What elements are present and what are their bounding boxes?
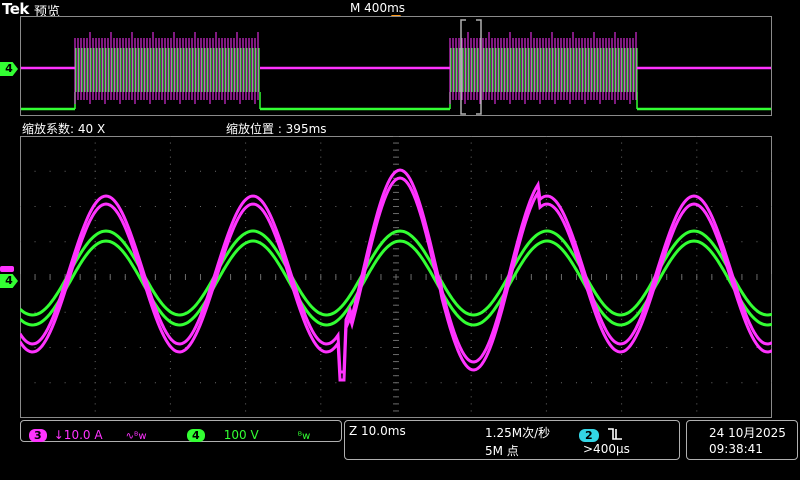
zoom-timebase: Z 10.0ms xyxy=(349,424,406,438)
ch3-ground-marker-zoom[interactable] xyxy=(0,266,14,272)
ch4-ground-marker-overview[interactable]: 4 xyxy=(0,62,18,76)
ch3-scale: ↓10.0 A xyxy=(53,428,103,442)
overview-window[interactable] xyxy=(20,16,772,116)
datetime-panel: 24 10月2025 09:38:41 xyxy=(686,420,798,460)
record-length: 5M 点 xyxy=(485,444,519,458)
main-timebase[interactable]: M 400ms xyxy=(350,1,405,15)
acquisition-panel[interactable]: Z 10.0ms 1.25M次/秒 5M 点 2 >400μs xyxy=(344,420,680,460)
zoom-position: 缩放位置 : 395ms xyxy=(226,122,327,136)
trigger-level: >400μs xyxy=(583,442,630,456)
trigger-source-badge[interactable]: 2 xyxy=(579,429,599,442)
trigger-readout[interactable]: 2 xyxy=(579,424,623,443)
ch3-bandwidth-icon: ∿ᴮw xyxy=(125,431,147,442)
channel-panel[interactable]: 3 ↓10.0 A ∿ᴮw 4 100 V ᴮw xyxy=(20,420,342,442)
falling-edge-icon xyxy=(607,428,622,440)
zoom-factor: 缩放系数: 40 X xyxy=(22,122,106,136)
ch4-bandwidth-icon: ᴮw xyxy=(297,431,311,442)
ch4-ground-marker-zoom[interactable]: 4 xyxy=(0,274,18,288)
ch3-badge[interactable]: 3 xyxy=(29,429,47,442)
ch4-scale: 100 V xyxy=(223,428,259,442)
sample-rate: 1.25M次/秒 xyxy=(485,426,551,440)
date: 24 10月2025 xyxy=(709,426,786,440)
time: 09:38:41 xyxy=(709,442,763,456)
ch4-badge[interactable]: 4 xyxy=(187,429,205,442)
ch3-readout[interactable]: 3 ↓10.0 A ∿ᴮw xyxy=(29,424,147,443)
ch4-readout[interactable]: 4 100 V ᴮw xyxy=(187,424,310,443)
zoom-graticule[interactable] xyxy=(20,136,772,418)
